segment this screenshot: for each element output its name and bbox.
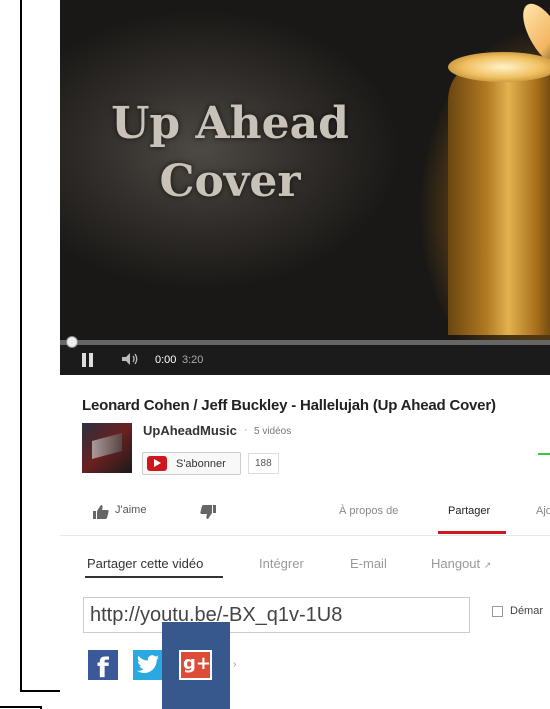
frame-stub — [0, 706, 42, 708]
youtube-play-icon — [147, 456, 167, 471]
share-tab-email[interactable]: E-mail — [350, 556, 387, 571]
google-plus-icon: g+ — [183, 653, 211, 674]
video-info-panel: Leonard Cohen / Jeff Buckley - Halleluja… — [60, 375, 550, 692]
google-plus-share-button[interactable]: g+ — [179, 650, 212, 680]
tab-about[interactable]: À propos de — [339, 505, 398, 517]
twitter-share-button[interactable] — [133, 650, 163, 680]
share-tab-underline — [85, 576, 223, 578]
current-time: 0:00 — [155, 354, 177, 366]
like-ratio-bar — [538, 453, 550, 455]
channel-video-count[interactable]: 5 vidéos — [254, 426, 291, 437]
pause-button[interactable] — [82, 353, 94, 367]
candle — [448, 60, 550, 335]
active-tab-indicator — [438, 531, 506, 534]
share-tab-hangout[interactable]: Hangout ↗ — [431, 556, 491, 571]
twitter-icon — [137, 655, 159, 673]
facebook-icon: f — [97, 653, 109, 684]
start-at-label: Démar — [510, 605, 544, 617]
like-button[interactable] — [93, 505, 109, 519]
external-link-icon: ↗ — [483, 560, 492, 570]
candle-top — [448, 52, 550, 82]
section-divider — [60, 535, 550, 536]
overlay-title-line2: Cover — [159, 156, 301, 207]
subscribe-button[interactable]: S'abonner — [142, 452, 241, 475]
progress-bar[interactable] — [60, 336, 550, 348]
player-controls: 0:00 3:20 — [60, 336, 550, 375]
tab-share[interactable]: Partager — [448, 505, 490, 517]
hangout-label: Hangout — [431, 556, 481, 571]
subscribe-label: S'abonner — [176, 458, 226, 470]
channel-name-link[interactable]: UpAheadMusic — [143, 423, 237, 438]
thumbs-up-icon — [93, 505, 109, 519]
tab-add-to[interactable]: Ajo — [536, 505, 550, 517]
channel-avatar[interactable] — [82, 423, 132, 473]
video-title: Leonard Cohen / Jeff Buckley - Halleluja… — [82, 397, 496, 414]
volume-icon[interactable] — [122, 352, 140, 368]
start-at-checkbox[interactable] — [492, 606, 503, 617]
share-tabs: Partager cette vidéo Intégrer E-mail Han… — [60, 553, 550, 579]
facebook-share-button[interactable]: f — [88, 650, 118, 684]
video-overlay-title: Up Ahead Cover — [100, 95, 360, 211]
dislike-button[interactable] — [200, 505, 216, 519]
share-tab-share-video[interactable]: Partager cette vidéo — [87, 556, 203, 571]
subscriber-count: 188 — [248, 453, 279, 474]
share-tab-embed[interactable]: Intégrer — [259, 556, 304, 571]
share-url-input[interactable] — [83, 597, 470, 633]
progress-knob[interactable] — [66, 336, 78, 348]
action-bar: J'aime À propos de Partager Ajo — [60, 493, 550, 533]
channel-separator: · — [244, 424, 248, 436]
more-services-arrow[interactable]: › — [233, 659, 236, 670]
total-time: 3:20 — [182, 354, 204, 366]
like-label[interactable]: J'aime — [115, 504, 146, 516]
video-player[interactable]: Up Ahead Cover 0:00 3:20 — [60, 0, 550, 375]
thumbs-down-icon — [200, 505, 216, 519]
overlay-title-line1: Up Ahead — [111, 98, 349, 149]
